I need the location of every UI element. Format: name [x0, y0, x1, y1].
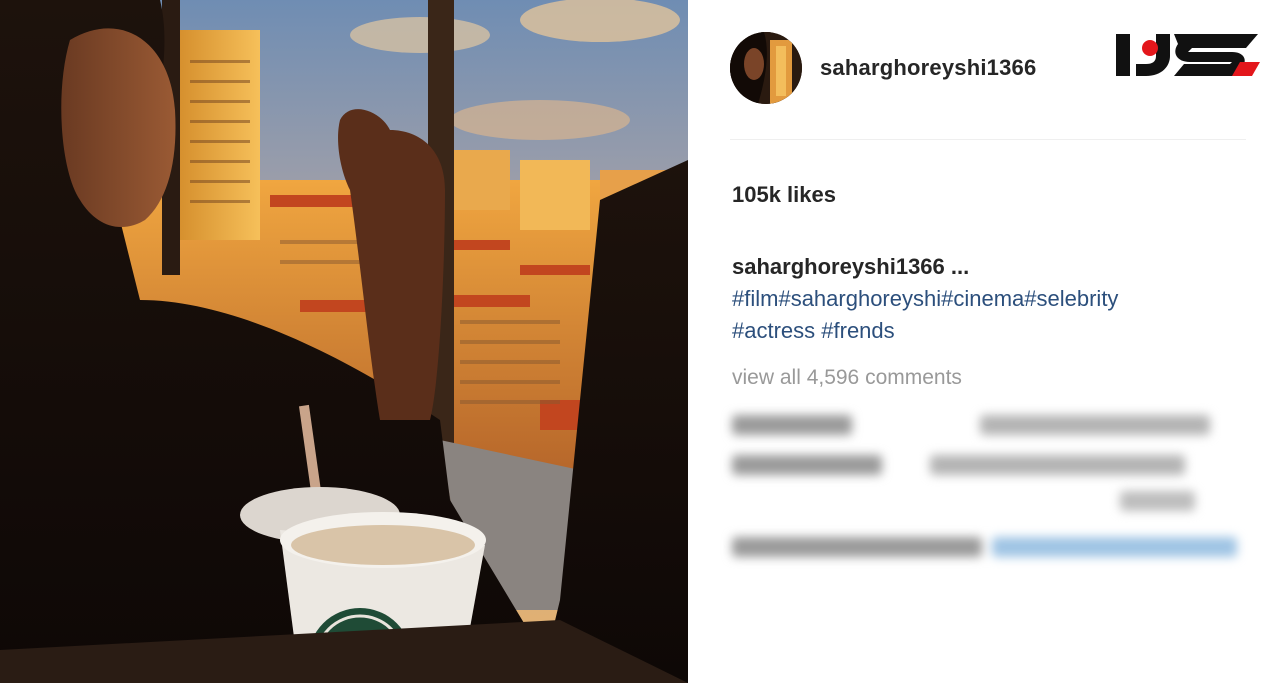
profile-avatar[interactable] — [730, 32, 802, 104]
post-details-panel: saharghoreyshi1366 105k likes saharghore… — [688, 0, 1280, 683]
post-caption: saharghoreyshi1366 ... #film#saharghorey… — [732, 251, 1252, 347]
avatar-image — [730, 32, 802, 104]
blurred-comments — [730, 405, 1250, 571]
comment-row — [730, 489, 1250, 529]
hashtag-frends[interactable]: #frends — [815, 318, 894, 343]
hashtag-cinema[interactable]: #cinema — [941, 286, 1024, 311]
header-divider — [730, 139, 1246, 140]
caption-username[interactable]: saharghoreyshi1366 — [732, 254, 945, 279]
rokna-logo-icon — [1112, 26, 1262, 84]
photo-scene — [0, 0, 688, 683]
comment-row — [730, 529, 1250, 571]
hashtags-line-2: #actress #frends — [732, 315, 1252, 347]
post-username[interactable]: saharghoreyshi1366 — [820, 55, 1036, 81]
comment-row — [730, 447, 1250, 489]
view-all-comments-link[interactable]: view all 4,596 comments — [732, 366, 962, 390]
hashtags-line-1: #film#saharghoreyshi#cinema#selebrity — [732, 283, 1252, 315]
caption-line-1: saharghoreyshi1366 ... — [732, 251, 1252, 283]
likes-count[interactable]: 105k likes — [732, 182, 836, 208]
hashtag-saharghoreyshi[interactable]: #saharghoreyshi — [778, 286, 941, 311]
hashtag-actress[interactable]: #actress — [732, 318, 815, 343]
hashtag-selebrity[interactable]: #selebrity — [1024, 286, 1118, 311]
post-photo[interactable] — [0, 0, 688, 683]
hashtag-film[interactable]: #film — [732, 286, 778, 311]
comment-row — [730, 405, 1250, 447]
caption-ellipsis: ... — [944, 254, 970, 279]
